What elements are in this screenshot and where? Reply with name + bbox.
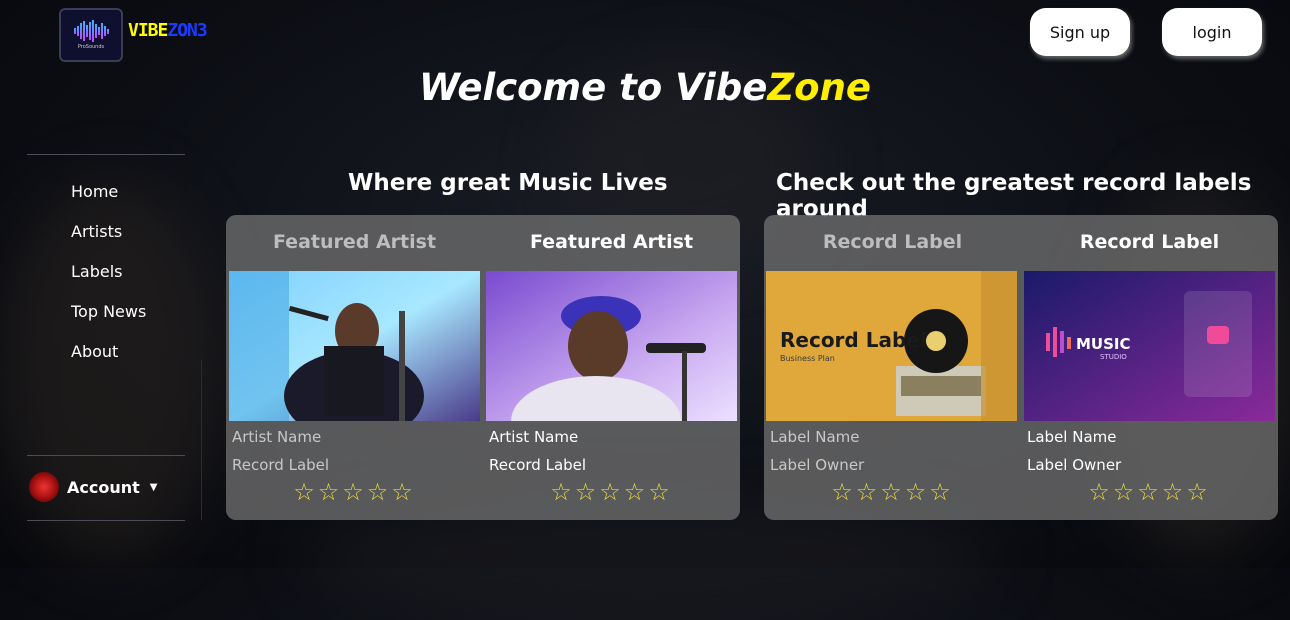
artist-photo bbox=[229, 271, 480, 421]
sidebar-item-labels[interactable]: Labels bbox=[71, 262, 123, 281]
label-image-sub: Business Plan bbox=[780, 354, 835, 363]
artists-section-title: Where great Music Lives bbox=[348, 170, 668, 196]
caret-down-icon: ▼ bbox=[149, 481, 158, 493]
label-image-sub: STUDIO bbox=[1100, 353, 1127, 361]
rating-stars[interactable]: ☆☆☆☆☆ bbox=[228, 478, 481, 506]
page-title: Welcome to VibeZone bbox=[0, 66, 1290, 109]
sidebar-item-artists[interactable]: Artists bbox=[71, 222, 122, 241]
artist-name: Artist Name bbox=[489, 428, 579, 446]
label-image: Record Label Business Plan bbox=[766, 271, 1017, 421]
brand-part2: ZON3 bbox=[167, 20, 207, 41]
divider bbox=[27, 154, 185, 155]
labels-panel: Record Label Record Label Business Plan … bbox=[764, 215, 1278, 520]
artists-panel: Featured Artist Artist Name Record Label… bbox=[226, 215, 740, 520]
sidebar bbox=[27, 154, 185, 155]
signup-button[interactable]: Sign up bbox=[1030, 8, 1130, 56]
rating-stars[interactable]: ☆☆☆☆☆ bbox=[485, 478, 738, 506]
card-title: Featured Artist bbox=[272, 231, 437, 253]
label-name: Label Name bbox=[770, 428, 860, 446]
divider bbox=[27, 455, 185, 456]
record-label: Record Label bbox=[489, 456, 587, 474]
soundwave-icon bbox=[73, 20, 109, 42]
card-title: Featured Artist bbox=[529, 231, 694, 253]
artist-photo bbox=[486, 271, 737, 421]
account-dropdown[interactable]: Account ▼ bbox=[29, 472, 157, 502]
avatar bbox=[29, 472, 59, 502]
divider bbox=[201, 360, 202, 520]
account-label: Account bbox=[67, 477, 140, 497]
sidebar-item-about[interactable]: About bbox=[71, 342, 118, 361]
label-image-heading: Record Label bbox=[780, 328, 927, 352]
brand-part1: VIBE bbox=[128, 20, 168, 41]
record-label: Record Label bbox=[232, 456, 330, 474]
logo[interactable]: ProSounds bbox=[59, 8, 123, 62]
label-owner: Label Owner bbox=[770, 456, 865, 474]
artist-name: Artist Name bbox=[232, 428, 322, 446]
title-part2: Zone bbox=[767, 66, 872, 109]
login-button[interactable]: login bbox=[1162, 8, 1262, 56]
card-title: Record Label bbox=[822, 231, 963, 253]
label-name: Label Name bbox=[1027, 428, 1117, 446]
label-image-heading: MUSIC bbox=[1076, 335, 1131, 353]
rating-stars[interactable]: ☆☆☆☆☆ bbox=[766, 478, 1019, 506]
rating-stars[interactable]: ☆☆☆☆☆ bbox=[1023, 478, 1276, 506]
brand-name[interactable]: VIBEZON3 bbox=[128, 20, 208, 41]
card-title: Record Label bbox=[1079, 231, 1220, 253]
label-image: MUSIC STUDIO bbox=[1024, 271, 1275, 421]
title-part1: Welcome to Vibe bbox=[418, 66, 768, 109]
divider bbox=[27, 520, 185, 521]
sidebar-item-home[interactable]: Home bbox=[71, 182, 118, 201]
sidebar-item-top-news[interactable]: Top News bbox=[71, 302, 146, 321]
label-owner: Label Owner bbox=[1027, 456, 1122, 474]
logo-subtext: ProSounds bbox=[77, 44, 105, 50]
